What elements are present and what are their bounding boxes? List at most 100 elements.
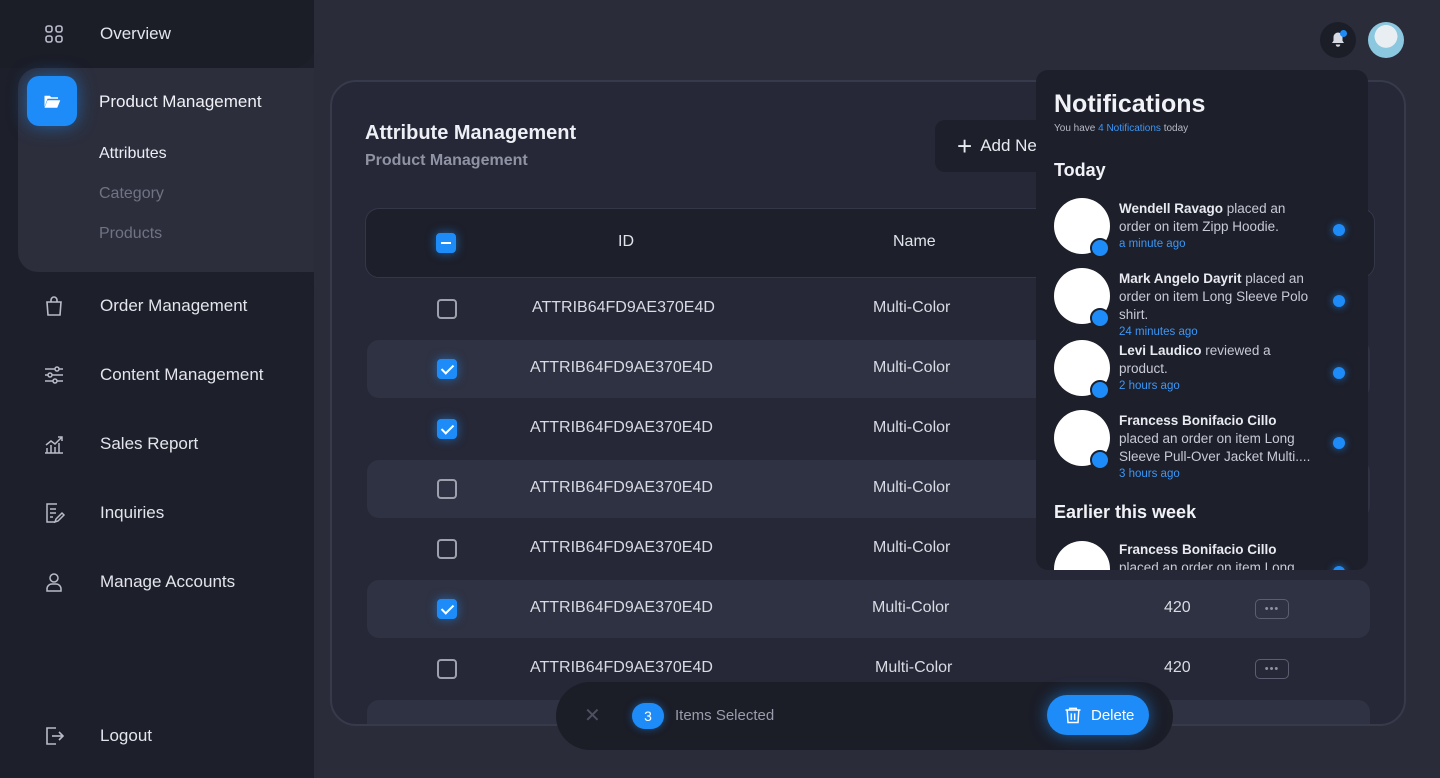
selection-bar: ✕ 3 Items Selected Delete — [556, 682, 1173, 750]
notification-time: a minute ago — [1119, 238, 1186, 250]
table-row[interactable]: ATTRIB64FD9AE370E4D Multi-Color 420 ••• — [367, 580, 1370, 638]
notification-user: Francess Bonifacio Cillo — [1119, 542, 1277, 557]
unread-indicator — [1333, 437, 1345, 449]
notification-bell-button[interactable] — [1320, 22, 1356, 58]
sidebar-item-label: Sales Report — [100, 434, 199, 453]
sidebar-item-inquiries[interactable]: Inquiries — [0, 493, 314, 533]
sliders-icon — [45, 366, 63, 384]
sidebar-item-overview[interactable]: Overview — [0, 14, 314, 54]
cell-id: ATTRIB64FD9AE370E4D — [530, 659, 713, 676]
chart-icon — [45, 436, 63, 454]
sidebar-item-manage-accounts[interactable]: Manage Accounts — [0, 562, 314, 602]
row-checkbox[interactable] — [437, 419, 457, 439]
sidebar-item-product-management-icon[interactable] — [27, 76, 77, 126]
column-header-name: Name — [893, 233, 936, 250]
summary-suffix: today — [1163, 123, 1189, 134]
cell-name: Multi-Color — [875, 659, 953, 676]
avatar — [1054, 541, 1110, 570]
notification-message: placed an order on item Long — [1119, 560, 1295, 570]
row-checkbox[interactable] — [437, 479, 457, 499]
delete-button[interactable]: Delete — [1047, 695, 1149, 735]
notifications-panel: Notifications You have 4 Notifications t… — [1036, 70, 1368, 570]
cell-id: ATTRIB64FD9AE370E4D — [530, 419, 713, 436]
section-earlier: Earlier this week — [1054, 502, 1197, 522]
notification-user: Levi Laudico — [1119, 343, 1202, 358]
notification-text: Mark Angelo Dayrit placed an order on it… — [1119, 270, 1319, 340]
unread-indicator — [1333, 367, 1345, 379]
summary-prefix: You have — [1054, 123, 1096, 134]
column-header-id: ID — [618, 233, 634, 250]
cell-value: 420 — [1164, 659, 1191, 676]
summary-count[interactable]: 4 Notifications — [1098, 123, 1161, 134]
sidebar: Overview Product Management Attributes C… — [0, 0, 314, 778]
avatar-status-dot — [1090, 238, 1110, 258]
notification-time: 2 hours ago — [1119, 380, 1180, 392]
section-today: Today — [1054, 160, 1106, 180]
edit-document-icon — [46, 503, 66, 524]
notifications-title: Notifications — [1054, 90, 1206, 118]
notification-time: 3 hours ago — [1119, 468, 1180, 480]
delete-label: Delete — [1091, 706, 1135, 724]
cell-name: Multi-Color — [873, 299, 951, 316]
cell-id: ATTRIB64FD9AE370E4D — [530, 599, 713, 616]
unread-indicator — [1333, 224, 1345, 236]
notification-user: Mark Angelo Dayrit — [1119, 271, 1242, 286]
avatar-status-dot — [1090, 380, 1110, 400]
sidebar-item-sales-report[interactable]: Sales Report — [0, 424, 314, 464]
sidebar-item-order-management[interactable]: Order Management — [0, 286, 314, 326]
sidebar-item-content-management[interactable]: Content Management — [0, 355, 314, 395]
notification-text: Francess Bonifacio Cillo placed an order… — [1119, 412, 1319, 482]
more-options-icon[interactable]: ••• — [1255, 599, 1289, 619]
plus-icon: + — [957, 131, 973, 161]
cell-name: Multi-Color — [873, 479, 951, 496]
folder-icon — [44, 95, 61, 108]
grid-icon — [45, 25, 63, 43]
row-checkbox[interactable] — [437, 299, 457, 319]
more-options-icon[interactable]: ••• — [1255, 659, 1289, 679]
cell-name: Multi-Color — [873, 419, 951, 436]
sidebar-item-label: Logout — [100, 726, 152, 745]
select-all-checkbox[interactable] — [436, 233, 456, 253]
sidebar-item-label: Manage Accounts — [100, 572, 236, 591]
sidebar-item-product-management[interactable]: Product Management — [99, 92, 262, 112]
avatar-status-dot — [1090, 308, 1110, 328]
cell-name: Multi-Color — [873, 539, 951, 556]
breadcrumb: Product Management — [365, 152, 528, 169]
cell-id: ATTRIB64FD9AE370E4D — [530, 539, 713, 556]
cell-name: Multi-Color — [873, 359, 951, 376]
row-checkbox[interactable] — [437, 359, 457, 379]
row-checkbox[interactable] — [437, 659, 457, 679]
notification-user: Wendell Ravago — [1119, 201, 1224, 216]
sidebar-subitem-attributes[interactable]: Attributes — [99, 145, 167, 163]
shopping-bag-icon — [46, 296, 62, 316]
avatar[interactable] — [1368, 22, 1404, 58]
sidebar-item-label: Content Management — [100, 365, 264, 384]
avatar-status-dot — [1090, 450, 1110, 470]
selected-label: Items Selected — [675, 707, 775, 724]
sidebar-item-label: Overview — [100, 24, 171, 43]
unread-indicator — [1333, 566, 1345, 570]
logout-icon — [46, 727, 65, 745]
cell-name: Multi-Color — [872, 599, 950, 616]
user-icon — [46, 573, 62, 592]
notification-time: 24 minutes ago — [1119, 326, 1198, 338]
cell-id: ATTRIB64FD9AE370E4D — [530, 359, 713, 376]
sidebar-subitem-category[interactable]: Category — [99, 185, 164, 203]
trash-icon — [1065, 707, 1081, 724]
notification-text: Levi Laudico reviewed a product. 2 hours … — [1119, 342, 1319, 394]
notification-message: placed an order on item Long Sleeve Pull… — [1119, 431, 1311, 464]
sidebar-item-label: Inquiries — [100, 503, 165, 522]
selected-count-badge: 3 — [632, 703, 664, 729]
add-new-label: Add Ne — [980, 136, 1037, 155]
row-checkbox[interactable] — [437, 599, 457, 619]
cell-value: 420 — [1164, 599, 1191, 616]
notification-text[interactable]: Francess Bonifacio Cillo placed an order… — [1119, 541, 1319, 570]
sidebar-item-logout[interactable]: Logout — [0, 716, 314, 756]
sidebar-item-label: Order Management — [100, 296, 248, 315]
unread-indicator — [1333, 295, 1345, 307]
notification-text: Wendell Ravago placed an order on item Z… — [1119, 200, 1319, 252]
notification-indicator — [1340, 30, 1347, 37]
close-icon[interactable]: ✕ — [584, 703, 601, 728]
row-checkbox[interactable] — [437, 539, 457, 559]
sidebar-subitem-products[interactable]: Products — [99, 225, 162, 243]
